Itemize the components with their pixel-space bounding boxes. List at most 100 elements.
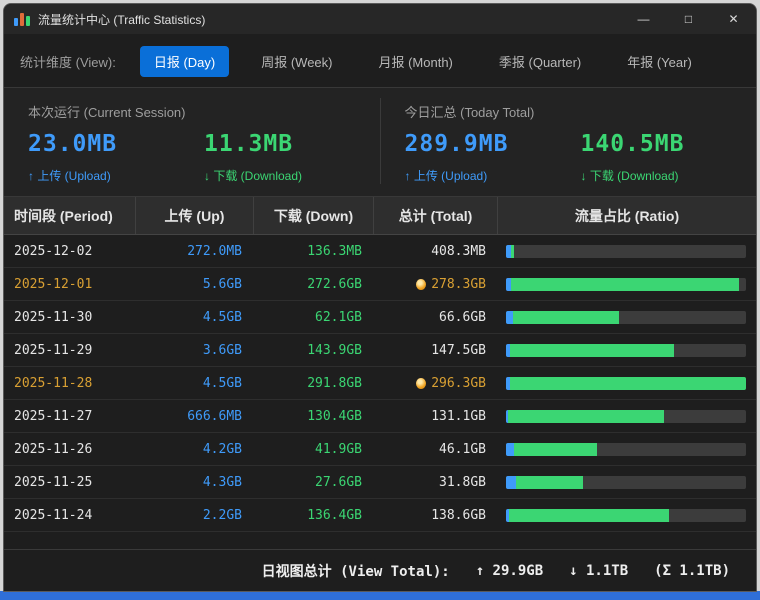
maximize-button[interactable]: □ bbox=[666, 4, 711, 34]
ratio-cell bbox=[498, 476, 756, 489]
ratio-bar-track bbox=[506, 509, 746, 522]
stats-panel: 本次运行 (Current Session) 23.0MB ↑ 上传 (Uplo… bbox=[4, 87, 756, 197]
total-value: 296.3GB bbox=[431, 376, 486, 391]
ratio-bar-track bbox=[506, 245, 746, 258]
close-button[interactable]: ✕ bbox=[711, 4, 756, 34]
table-row[interactable]: 2025-11-264.2GB41.9GB46.1GB bbox=[4, 433, 756, 466]
ratio-bar-download-segment bbox=[508, 410, 664, 423]
total-value: 138.6GB bbox=[431, 508, 486, 523]
total-value: 66.6GB bbox=[439, 310, 486, 325]
period-cell: 2025-11-25 bbox=[4, 475, 136, 490]
period-cell: 2025-12-02 bbox=[4, 244, 136, 259]
ratio-bar-upload-segment bbox=[506, 443, 514, 456]
download-cell: 136.3MB bbox=[254, 244, 374, 259]
footer-summary: 日视图总计 (View Total): ↑ 29.9GB ↓ 1.1TB (Σ … bbox=[4, 549, 756, 591]
tab-1[interactable]: 周报 (Week) bbox=[247, 46, 346, 77]
download-cell: 136.4GB bbox=[254, 508, 374, 523]
ratio-cell bbox=[498, 245, 756, 258]
ratio-cell bbox=[498, 278, 756, 291]
upload-cell: 2.2GB bbox=[136, 508, 254, 523]
window-controls: — □ ✕ bbox=[621, 4, 756, 34]
ratio-bar-download-segment bbox=[514, 443, 597, 456]
ratio-bar-track bbox=[506, 344, 746, 357]
download-cell: 143.9GB bbox=[254, 343, 374, 358]
today-upload-label: ↑ 上传 (Upload) bbox=[405, 167, 525, 184]
table-row[interactable]: 2025-11-304.5GB62.1GB 66.6GB bbox=[4, 301, 756, 334]
total-value: 131.1GB bbox=[431, 409, 486, 424]
taskbar-strip bbox=[0, 591, 760, 600]
period-cell: 2025-11-28 bbox=[4, 376, 136, 391]
tab-2[interactable]: 月报 (Month) bbox=[364, 46, 466, 77]
upload-cell: 666.6MB bbox=[136, 409, 254, 424]
ratio-bar-download-segment bbox=[511, 245, 515, 258]
table-row[interactable]: 2025-12-015.6GB272.6GB278.3GB bbox=[4, 268, 756, 301]
traffic-table: 时间段 (Period) 上传 (Up) 下载 (Down) 总计 (Total… bbox=[4, 197, 756, 549]
table-row[interactable]: 2025-11-27666.6MB130.4GB 131.1GB bbox=[4, 400, 756, 433]
titlebar: 流量统计中心 (Traffic Statistics) — □ ✕ bbox=[4, 4, 756, 34]
total-cell: 131.1GB bbox=[374, 409, 498, 424]
period-cell: 2025-11-26 bbox=[4, 442, 136, 457]
period-cell: 2025-12-01 bbox=[4, 277, 136, 292]
alert-droplet-icon bbox=[416, 279, 426, 290]
upload-cell: 3.6GB bbox=[136, 343, 254, 358]
ratio-cell bbox=[498, 344, 756, 357]
ratio-bar-download-segment bbox=[513, 311, 619, 324]
total-cell: 66.6GB bbox=[374, 310, 498, 325]
total-value: 31.8GB bbox=[439, 475, 486, 490]
header-total: 总计 (Total) bbox=[374, 197, 498, 234]
header-ratio: 流量占比 (Ratio) bbox=[498, 197, 756, 234]
ratio-bar-track bbox=[506, 311, 746, 324]
current-session-title: 本次运行 (Current Session) bbox=[28, 102, 360, 121]
tab-4[interactable]: 年报 (Year) bbox=[613, 46, 706, 77]
period-cell: 2025-11-24 bbox=[4, 508, 136, 523]
desktop: 流量统计中心 (Traffic Statistics) — □ ✕ 统计维度 (… bbox=[0, 0, 760, 600]
ratio-bar-download-segment bbox=[510, 377, 746, 390]
period-cell: 2025-11-29 bbox=[4, 343, 136, 358]
table-row[interactable]: 2025-11-254.3GB27.6GB31.8GB bbox=[4, 466, 756, 499]
total-cell: 408.3MB bbox=[374, 244, 498, 259]
ratio-bar-track bbox=[506, 278, 746, 291]
total-cell: 138.6GB bbox=[374, 508, 498, 523]
header-up: 上传 (Up) bbox=[136, 197, 254, 234]
table-row[interactable]: 2025-11-293.6GB143.9GB 147.5GB bbox=[4, 334, 756, 367]
total-cell: 296.3GB bbox=[374, 376, 498, 391]
header-down: 下载 (Down) bbox=[254, 197, 374, 234]
session-download-value: 11.3MB bbox=[204, 131, 324, 157]
table-body: 2025-12-02272.0MB136.3MB408.3MB2025-12-0… bbox=[4, 235, 756, 532]
ratio-cell bbox=[498, 377, 756, 390]
period-cell: 2025-11-27 bbox=[4, 409, 136, 424]
ratio-cell bbox=[498, 410, 756, 423]
ratio-cell bbox=[498, 509, 756, 522]
today-download-value: 140.5MB bbox=[581, 131, 701, 157]
total-cell: 147.5GB bbox=[374, 343, 498, 358]
table-row[interactable]: 2025-11-242.2GB136.4GB 138.6GB bbox=[4, 499, 756, 532]
ratio-bar-download-segment bbox=[510, 344, 674, 357]
download-cell: 62.1GB bbox=[254, 310, 374, 325]
tab-0[interactable]: 日报 (Day) bbox=[140, 46, 229, 77]
upload-cell: 4.5GB bbox=[136, 310, 254, 325]
table-row[interactable]: 2025-11-284.5GB291.8GB296.3GB bbox=[4, 367, 756, 400]
total-value: 408.3MB bbox=[431, 244, 486, 259]
ratio-bar-track bbox=[506, 410, 746, 423]
upload-cell: 4.2GB bbox=[136, 442, 254, 457]
total-value: 147.5GB bbox=[431, 343, 486, 358]
total-cell: 46.1GB bbox=[374, 442, 498, 457]
total-value: 278.3GB bbox=[431, 277, 486, 292]
download-cell: 130.4GB bbox=[254, 409, 374, 424]
tab-3[interactable]: 季报 (Quarter) bbox=[485, 46, 595, 77]
today-upload-value: 289.9MB bbox=[405, 131, 525, 157]
view-selector-label: 统计维度 (View): bbox=[20, 52, 116, 71]
alert-droplet-icon bbox=[416, 378, 426, 389]
minimize-button[interactable]: — bbox=[621, 4, 666, 34]
table-row[interactable]: 2025-12-02272.0MB136.3MB408.3MB bbox=[4, 235, 756, 268]
ratio-bar-upload-segment bbox=[506, 476, 516, 489]
session-download-label: ↓ 下载 (Download) bbox=[204, 167, 324, 184]
ratio-bar-upload-segment bbox=[506, 311, 513, 324]
footer-sum-total: (Σ 1.1TB) bbox=[654, 563, 730, 579]
today-total-title: 今日汇总 (Today Total) bbox=[405, 102, 737, 121]
table-header-row: 时间段 (Period) 上传 (Up) 下载 (Down) 总计 (Total… bbox=[4, 197, 756, 235]
today-download-label: ↓ 下载 (Download) bbox=[581, 167, 701, 184]
today-total-group: 今日汇总 (Today Total) 289.9MB ↑ 上传 (Upload)… bbox=[380, 98, 757, 184]
period-cell: 2025-11-30 bbox=[4, 310, 136, 325]
upload-cell: 4.3GB bbox=[136, 475, 254, 490]
